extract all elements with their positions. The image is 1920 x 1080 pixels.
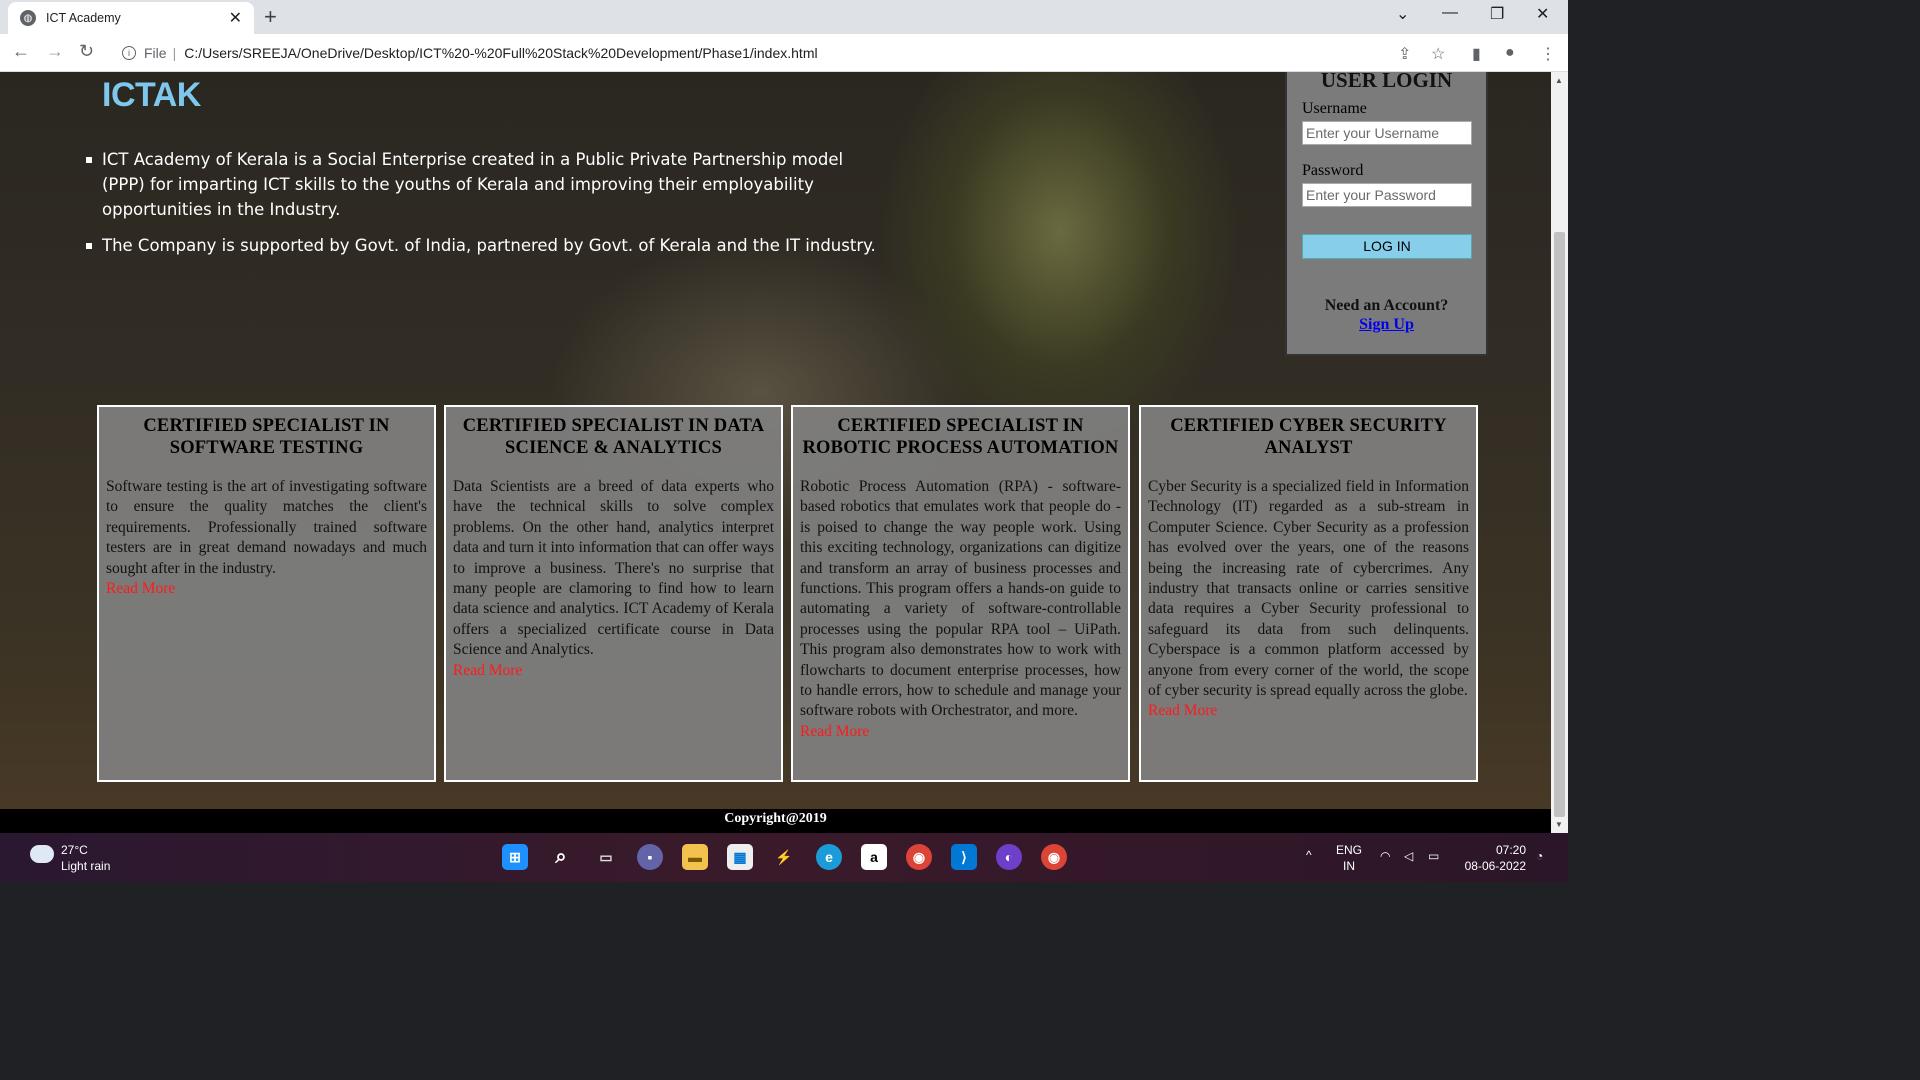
login-panel: USER LOGIN Username Password LOG IN Need… — [1285, 72, 1488, 356]
windows-start-icon[interactable]: ⊞ — [502, 844, 528, 870]
info-icon[interactable]: i — [122, 46, 136, 60]
address-bar[interactable]: i File | C:/Users/SREEJA/OneDrive/Deskto… — [110, 38, 1380, 68]
card-title: CERTIFIED CYBER SECURITY ANALYST — [1170, 416, 1447, 458]
clock-date: 08-06-2022 — [1464, 859, 1526, 873]
notifications-icon[interactable]: ◔ — [1536, 848, 1543, 864]
signup-link[interactable]: Sign Up — [1287, 316, 1486, 334]
page-scrollbar[interactable]: ▲ ▼ — [1551, 72, 1568, 833]
amazon-icon[interactable]: a — [861, 844, 887, 870]
browser-toolbar: ← → ↻ i File | C:/Users/SREEJA/OneDrive/… — [0, 34, 1568, 72]
intro-item: ICT Academy of Kerala is a Social Enterp… — [84, 147, 884, 222]
tab-ict-academy[interactable]: ◍ ICT Academy ✕ — [8, 2, 254, 34]
password-input[interactable] — [1302, 183, 1472, 207]
task-view-icon[interactable]: ▭ — [593, 844, 619, 870]
url-text[interactable]: C:/Users/SREEJA/OneDrive/Desktop/ICT%20-… — [184, 45, 817, 61]
card-title: CERTIFIED SPECIALIST IN ROBOTIC PROCESS … — [802, 416, 1119, 458]
microsoft-store-icon[interactable]: ▦ — [727, 844, 753, 870]
clock[interactable]: 07:20 08-06-2022 — [1458, 842, 1526, 874]
course-card: CERTIFIED SPECIALIST IN ROBOTIC PROCESS … — [791, 405, 1130, 782]
temperature: 27°C — [61, 843, 88, 857]
side-panel-icon[interactable]: ▮ — [1472, 44, 1481, 64]
card-body: Robotic Process Automation (RPA) - softw… — [800, 478, 1121, 720]
tab-title: ICT Academy — [46, 11, 121, 25]
new-tab-button[interactable]: + — [264, 4, 277, 30]
menu-icon[interactable]: ⋮ — [1540, 44, 1556, 64]
chrome-profile-icon[interactable]: ◉ — [906, 844, 932, 870]
edge-icon[interactable]: e — [816, 844, 842, 870]
password-label: Password — [1302, 162, 1364, 179]
globe-icon: ◍ — [20, 10, 36, 26]
card-body: Cyber Security is a specialized field in… — [1148, 478, 1469, 700]
language-indicator[interactable]: ENG IN — [1336, 842, 1362, 874]
maximize-button[interactable]: ❐ — [1490, 4, 1504, 24]
back-icon[interactable]: ← — [12, 41, 30, 62]
read-more-link[interactable]: Read More — [453, 661, 774, 681]
scroll-up-arrow-icon[interactable]: ▲ — [1555, 76, 1563, 85]
intro-list: ICT Academy of Kerala is a Social Enterp… — [84, 147, 884, 269]
read-more-link[interactable]: Read More — [1148, 701, 1469, 721]
share-icon[interactable]: ⇪ — [1398, 44, 1411, 64]
scrollbar-thumb[interactable] — [1554, 232, 1565, 817]
show-hidden-icons-icon[interactable]: ^ — [1306, 847, 1312, 863]
chrome-icon[interactable]: ◉ — [1041, 844, 1067, 870]
course-card: CERTIFIED SPECIALIST IN DATA SCIENCE & A… — [444, 405, 783, 782]
weather-condition: Light rain — [61, 859, 111, 873]
url-scheme: File — [144, 45, 167, 61]
wifi-icon[interactable]: ◠ — [1380, 848, 1390, 864]
minimize-button[interactable]: — — [1442, 4, 1458, 22]
intro-item: The Company is supported by Govt. of Ind… — [84, 233, 884, 258]
tab-strip: ◍ ICT Academy ✕ + ⌄ — ❐ ✕ — [0, 0, 1568, 34]
card-title: CERTIFIED SPECIALIST IN DATA SCIENCE & A… — [462, 416, 765, 458]
close-tab-icon[interactable]: ✕ — [229, 8, 242, 28]
card-body: Data Scientists are a breed of data expe… — [453, 478, 774, 659]
taskbar: 27°C Light rain ⊞ ⌕ ▭ ▪ ▬ ▦ ⚡ e a ◉ ⟩ ◐ … — [0, 833, 1568, 882]
search-icon[interactable]: ⌕ — [548, 844, 574, 870]
login-button[interactable]: LOG IN — [1302, 234, 1472, 259]
vscode-icon[interactable]: ⟩ — [951, 844, 977, 870]
cloud-rain-icon[interactable] — [30, 845, 54, 863]
login-heading: USER LOGIN — [1320, 72, 1453, 92]
read-more-link[interactable]: Read More — [106, 579, 427, 599]
scroll-down-arrow-icon[interactable]: ▼ — [1555, 820, 1563, 829]
tab-search-icon[interactable]: ⌄ — [1396, 4, 1409, 24]
card-title: CERTIFIED SPECIALIST IN SOFTWARE TESTING — [143, 416, 390, 458]
footer-copyright: Copyright@2019 — [0, 809, 1551, 833]
url-separator: | — [172, 45, 177, 61]
site-title: ICTAK — [102, 76, 201, 114]
github-desktop-icon[interactable]: ◐ — [996, 844, 1022, 870]
course-card: CERTIFIED CYBER SECURITY ANALYST Cyber S… — [1139, 405, 1478, 782]
profile-icon[interactable]: ● — [1505, 44, 1515, 62]
file-explorer-icon[interactable]: ▬ — [682, 844, 708, 870]
need-account-text: Need an Account? — [1324, 297, 1449, 314]
app-icon[interactable]: ⚡ — [771, 844, 797, 870]
page-viewport: ICTAK ICT Academy of Kerala is a Social … — [0, 72, 1551, 833]
volume-icon[interactable]: ◁ — [1404, 848, 1413, 864]
read-more-link[interactable]: Read More — [800, 722, 1121, 742]
bookmark-star-icon[interactable]: ☆ — [1431, 44, 1445, 64]
username-label: Username — [1302, 100, 1367, 117]
reload-icon[interactable]: ↻ — [79, 41, 94, 62]
weather-widget[interactable]: 27°C Light rain — [61, 842, 110, 874]
region: IN — [1343, 859, 1355, 873]
username-input[interactable] — [1302, 121, 1472, 145]
forward-icon[interactable]: → — [46, 41, 64, 62]
close-window-button[interactable]: ✕ — [1536, 4, 1549, 24]
clock-time: 07:20 — [1495, 843, 1526, 857]
course-card: CERTIFIED SPECIALIST IN SOFTWARE TESTING… — [97, 405, 436, 782]
battery-icon[interactable]: ▭ — [1428, 848, 1439, 864]
language: ENG — [1336, 843, 1363, 857]
card-body: Software testing is the art of investiga… — [106, 478, 427, 577]
teams-chat-icon[interactable]: ▪ — [637, 844, 663, 870]
